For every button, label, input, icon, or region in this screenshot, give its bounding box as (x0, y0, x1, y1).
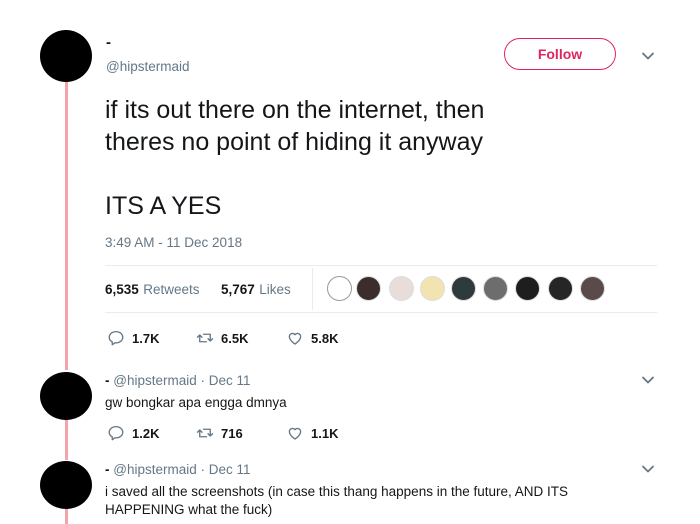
avatar[interactable] (40, 30, 92, 82)
tweet-text-line: if its out there on the internet, then (105, 96, 485, 124)
chevron-down-icon[interactable] (641, 462, 655, 476)
thread-line (65, 420, 68, 460)
reply-text-line: HAPPENING what the fuck) (105, 502, 273, 517)
dot-separator: · (200, 462, 206, 477)
reply-author-name[interactable]: - (105, 462, 110, 477)
reply-header: - @hipstermaid · Dec 11 (105, 462, 251, 477)
reply-date[interactable]: Dec 11 (209, 462, 251, 477)
follow-button[interactable]: Follow (504, 38, 616, 70)
tweet-text-line: ITS A YES (105, 192, 222, 220)
author-handle[interactable]: @hipstermaid (106, 59, 190, 74)
retweet-count: 6.5K (221, 330, 249, 346)
retweet-action[interactable]: 6.5K (196, 329, 248, 347)
likes-stat[interactable]: 5,767 Likes (221, 281, 291, 299)
reply-action[interactable]: 1.7K (107, 329, 159, 347)
retweet-count: 716 (221, 425, 243, 441)
like-action[interactable]: 5.8K (286, 329, 338, 347)
liker-avatar[interactable] (483, 276, 508, 301)
stats-separator (312, 268, 313, 310)
chevron-down-icon[interactable] (641, 373, 655, 387)
reply-author-handle[interactable]: @hipstermaid (113, 373, 197, 388)
reply-action[interactable]: 1.2K (107, 424, 159, 442)
reply-header: - @hipstermaid · Dec 11 (105, 373, 251, 388)
reply-author-handle[interactable]: @hipstermaid (113, 462, 197, 477)
liker-avatar[interactable] (420, 276, 445, 301)
reply-icon (108, 425, 124, 441)
retweets-label: Retweets (143, 282, 200, 297)
thread-line (65, 80, 68, 370)
avatar[interactable] (40, 372, 92, 420)
timestamp[interactable]: 3:49 AM - 11 Dec 2018 (105, 235, 242, 250)
like-icon (288, 332, 302, 345)
liker-avatar[interactable] (451, 276, 476, 301)
liker-avatar[interactable] (356, 276, 381, 301)
avatar[interactable] (40, 461, 92, 509)
like-count: 5.8K (311, 330, 339, 346)
liker-avatar[interactable] (389, 276, 414, 301)
reply-author-name[interactable]: - (105, 373, 110, 388)
retweets-stat[interactable]: 6,535 Retweets (105, 281, 200, 299)
like-icon (288, 427, 302, 440)
retweet-action[interactable]: 716 (196, 424, 243, 442)
reply-text: gw bongkar apa engga dmnya (105, 395, 287, 410)
chevron-down-icon[interactable] (641, 49, 655, 63)
thread-line (65, 508, 68, 524)
reply-text-line: i saved all the screenshots (in case thi… (105, 484, 569, 499)
reply-date[interactable]: Dec 11 (209, 373, 251, 388)
reply-count: 1.7K (132, 330, 160, 346)
liker-avatar[interactable] (580, 276, 605, 301)
liker-avatar[interactable] (548, 276, 573, 301)
author-name[interactable]: - (106, 34, 111, 51)
tweet-text-line: theres no point of hiding it anyway (105, 128, 484, 156)
dot-separator: · (200, 373, 206, 388)
like-action[interactable]: 1.1K (286, 424, 338, 442)
divider (105, 265, 657, 266)
retweets-count: 6,535 (105, 282, 139, 297)
reply-icon (108, 330, 124, 346)
liker-avatar[interactable] (327, 276, 352, 301)
reply-count: 1.2K (132, 425, 160, 441)
likes-count: 5,767 (221, 282, 255, 297)
liker-avatar[interactable] (515, 276, 540, 301)
like-count: 1.1K (311, 425, 339, 441)
likes-label: Likes (259, 282, 291, 297)
retweet-icon (196, 333, 214, 343)
retweet-icon (196, 428, 214, 438)
divider (105, 312, 657, 313)
